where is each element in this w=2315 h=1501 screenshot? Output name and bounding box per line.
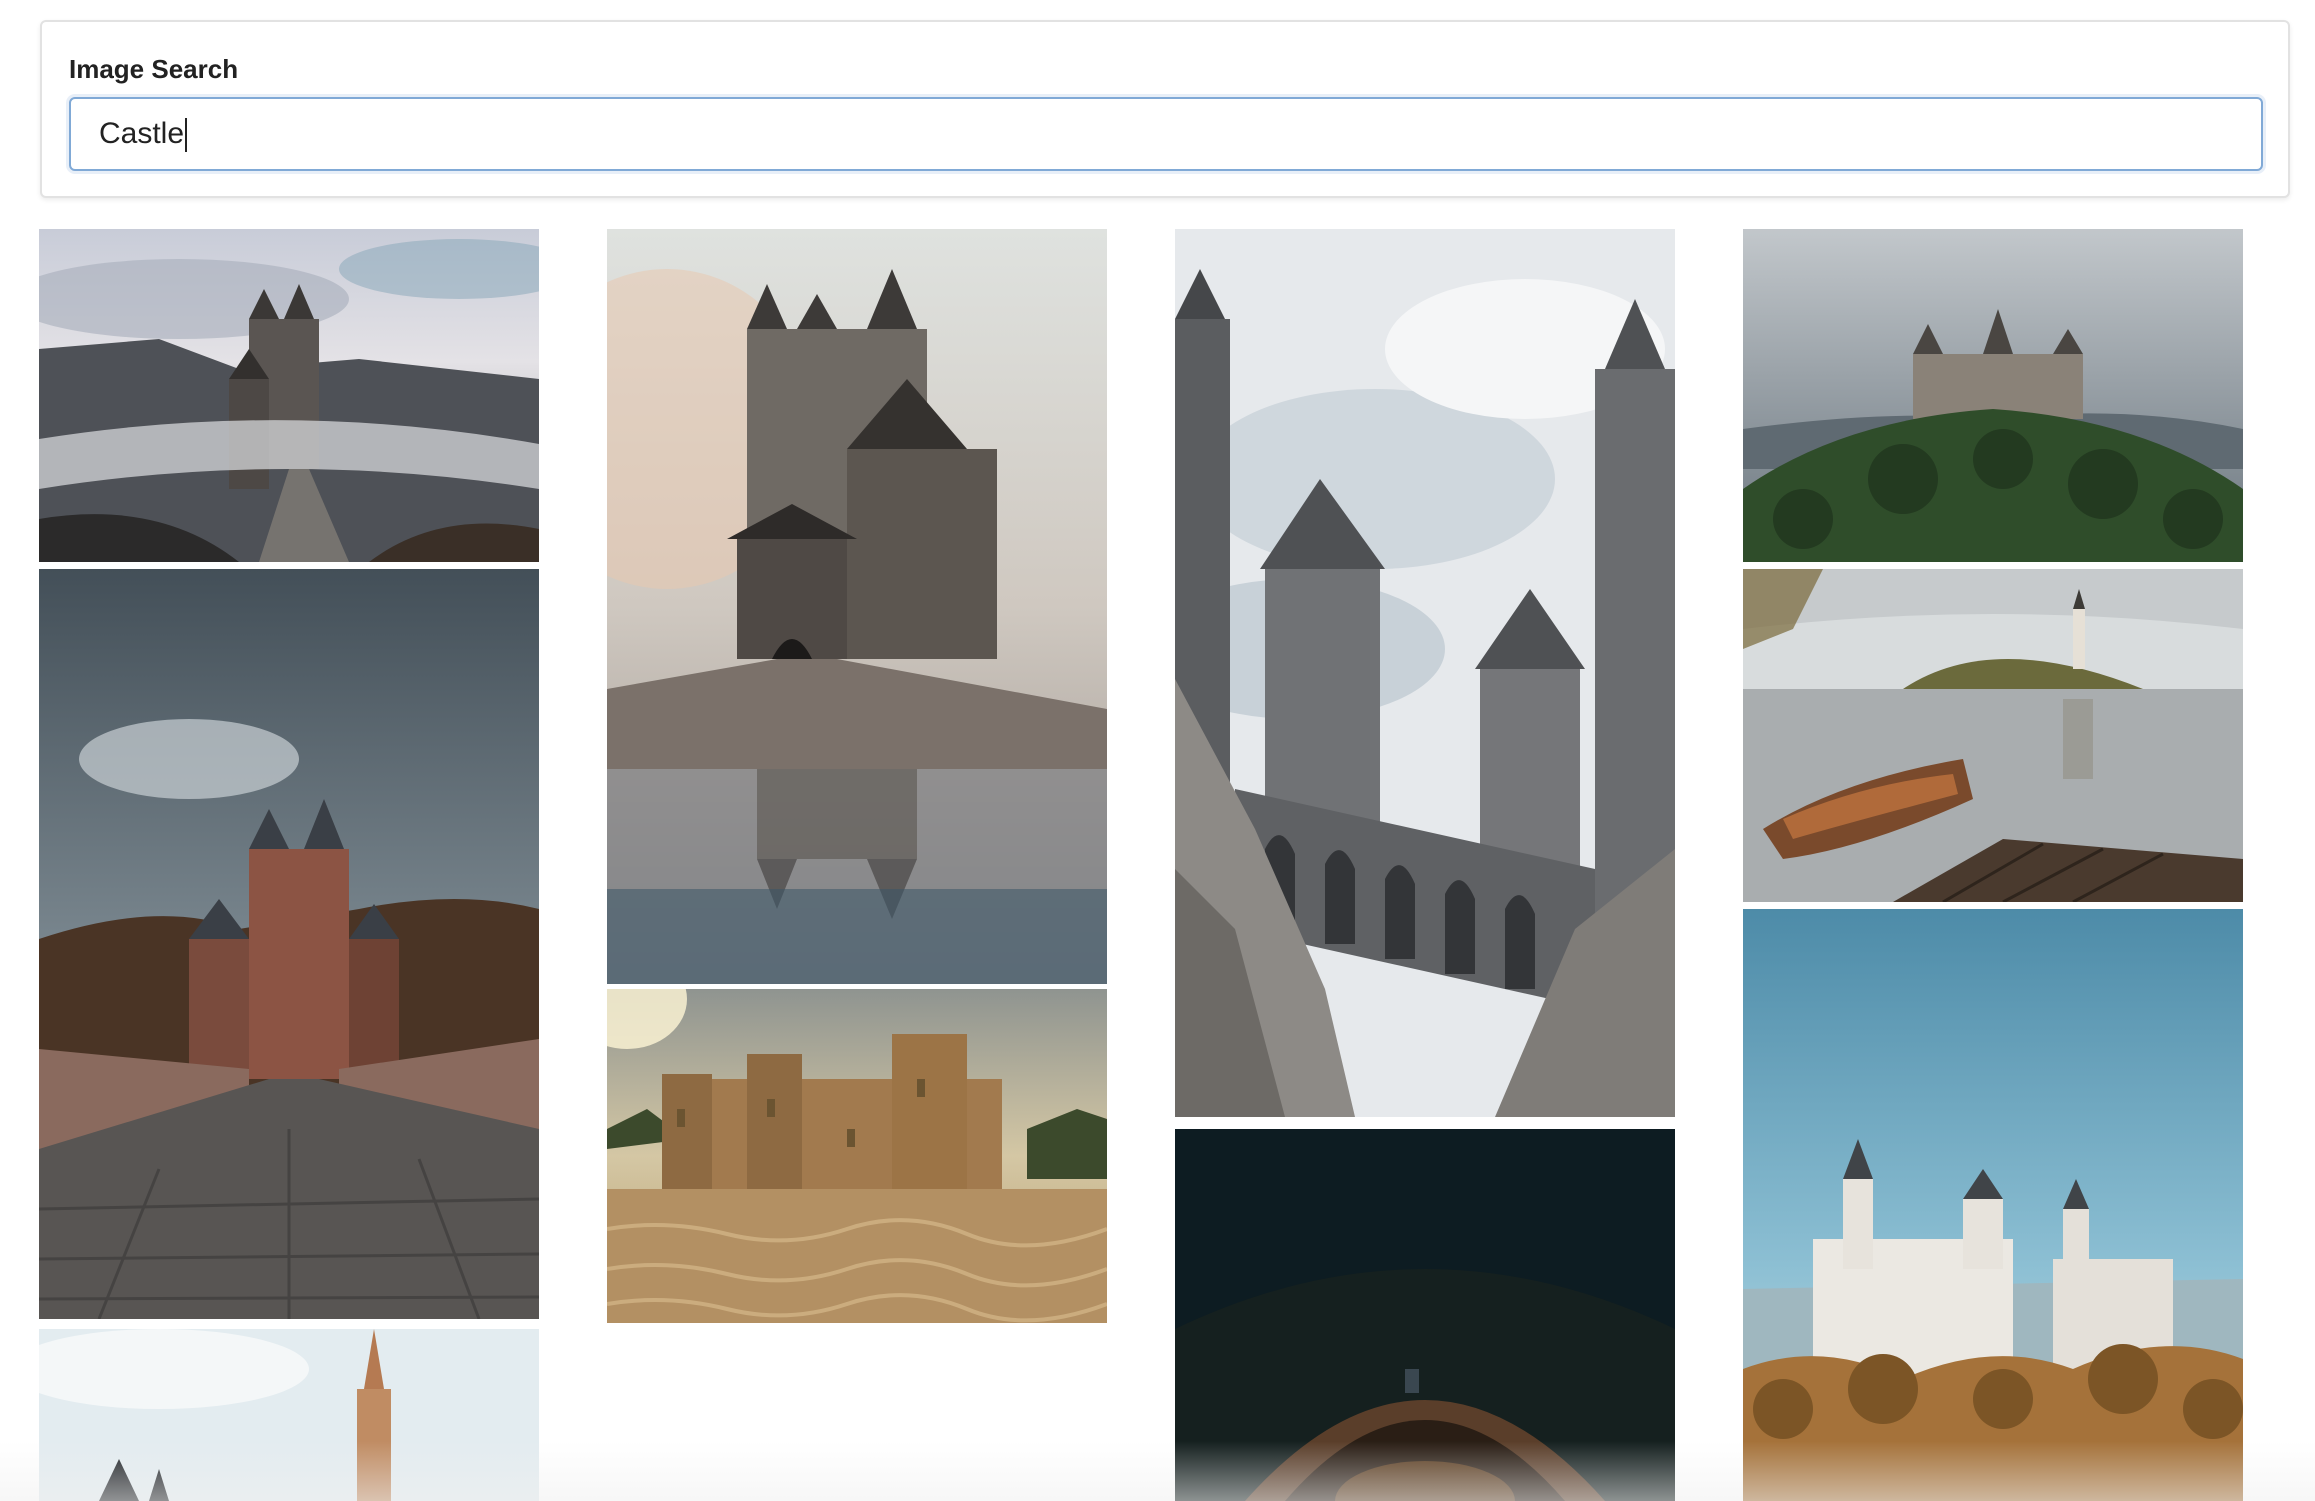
castle-spire-photo	[39, 1329, 539, 1501]
result-image-island-church-lake[interactable]	[1743, 569, 2243, 902]
island-church-lake-photo	[1743, 569, 2243, 902]
result-image-hilltop-castle[interactable]	[1743, 229, 2243, 562]
castle-fog-reflection-photo	[607, 229, 1107, 984]
image-search-input[interactable]: Castle	[69, 97, 2263, 171]
image-search-panel: Image Search Castle	[40, 20, 2290, 198]
result-image-moated-castle[interactable]	[607, 989, 1107, 1323]
result-image-castle-fog-reflection[interactable]	[607, 229, 1107, 984]
result-image-gothic-castle-cliffs[interactable]	[1175, 229, 1675, 1117]
hilltop-castle-photo	[1743, 229, 2243, 562]
castle-archway-night-photo	[1175, 1129, 1675, 1501]
search-input-value: Castle	[99, 117, 185, 150]
castle-misty-hill-photo	[39, 229, 539, 562]
result-image-white-castle-autumn[interactable]	[1743, 909, 2243, 1501]
text-caret	[185, 118, 188, 153]
moated-castle-photo	[607, 989, 1107, 1323]
white-castle-autumn-photo	[1743, 909, 2243, 1501]
result-image-castle-archway-night[interactable]	[1175, 1129, 1675, 1501]
result-image-castle-spire[interactable]	[39, 1329, 539, 1501]
result-image-castle-misty-hill[interactable]	[39, 229, 539, 562]
gothic-castle-cliffs-photo	[1175, 229, 1675, 1117]
castle-bridge-photo	[39, 569, 539, 1319]
image-search-label: Image Search	[69, 54, 239, 84]
result-image-castle-bridge[interactable]	[39, 569, 539, 1319]
